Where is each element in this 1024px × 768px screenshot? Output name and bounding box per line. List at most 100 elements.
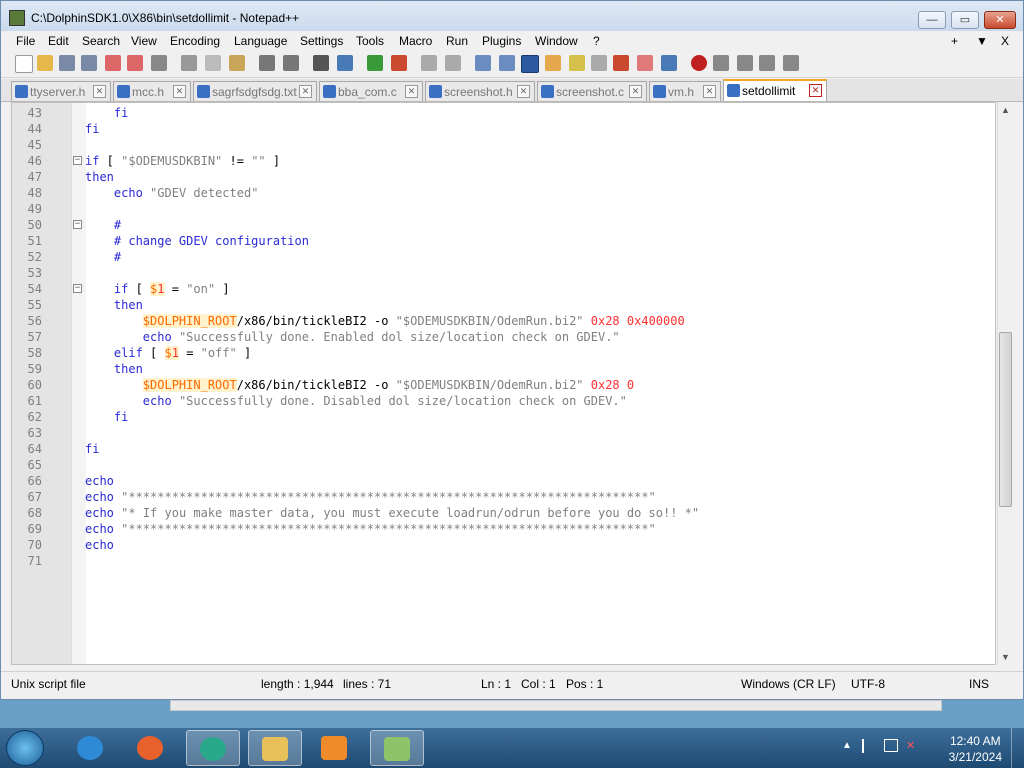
replace-icon[interactable] xyxy=(337,55,353,71)
fold-toggle-icon[interactable]: − xyxy=(73,284,82,293)
zoom-in-icon[interactable] xyxy=(367,55,383,71)
action-center-flag-icon[interactable] xyxy=(862,739,878,753)
open-file-icon[interactable] xyxy=(37,55,53,71)
menu-search[interactable]: Search xyxy=(82,34,120,48)
close-button[interactable]: ✕ xyxy=(984,11,1016,29)
tab-vm-h[interactable]: vm.h ✕ xyxy=(649,81,721,101)
paste-icon[interactable] xyxy=(229,55,245,71)
code-editor[interactable]: 43 fi 44 fi 45 46 if [ "$ODEMUSDKBIN" != "" ]… xyxy=(11,102,996,665)
menu-encoding[interactable]: Encoding xyxy=(170,34,220,48)
tab-sagrfsdgfsdg-txt[interactable]: sagrfsdgfsdg.txt ✕ xyxy=(193,81,317,101)
menu-new-tab[interactable]: + xyxy=(951,34,958,48)
tab-ttyserver-h[interactable]: ttyserver.h ✕ xyxy=(11,81,111,101)
menu-run[interactable]: Run xyxy=(446,34,468,48)
code-line[interactable]: 67 echo "********************************… xyxy=(12,489,995,505)
code-line[interactable]: 47 then xyxy=(12,169,995,185)
menu-language[interactable]: Language xyxy=(234,34,287,48)
new-file-icon[interactable] xyxy=(15,55,33,73)
close-tab-icon[interactable]: ✕ xyxy=(299,85,312,98)
indent-guide-icon[interactable] xyxy=(521,55,539,73)
close-tab-icon[interactable]: ✕ xyxy=(703,85,716,98)
maximize-button[interactable]: ▭ xyxy=(951,11,979,29)
find-icon[interactable] xyxy=(313,55,329,71)
taskbar-chat-app[interactable] xyxy=(186,730,240,766)
close-tab-icon[interactable]: ✕ xyxy=(93,85,106,98)
view-icon[interactable] xyxy=(661,55,677,71)
show-all-chars-icon[interactable] xyxy=(499,55,515,71)
title-bar[interactable]: C:\DolphinSDK1.0\X86\bin\setdollimit - N… xyxy=(1,1,1023,35)
code-line[interactable]: 68 echo "* If you make master data, you m… xyxy=(12,505,995,521)
code-line[interactable]: 46 if [ "$ODEMUSDKBIN" != "" ] − xyxy=(12,153,995,169)
menu-tools[interactable]: Tools xyxy=(356,34,384,48)
code-line[interactable]: 59 then xyxy=(12,361,995,377)
code-line[interactable]: 64 fi xyxy=(12,441,995,457)
sync-horizontal-icon[interactable] xyxy=(445,55,461,71)
code-line[interactable]: 53 xyxy=(12,265,995,281)
tab-mcc-h[interactable]: mcc.h ✕ xyxy=(113,81,191,101)
undo-icon[interactable] xyxy=(259,55,275,71)
cut-icon[interactable] xyxy=(181,55,197,71)
word-wrap-icon[interactable] xyxy=(475,55,491,71)
redo-icon[interactable] xyxy=(283,55,299,71)
scroll-up-icon[interactable]: ▲ xyxy=(1001,105,1010,115)
close-file-icon[interactable] xyxy=(105,55,121,71)
run-macro-multiple-icon[interactable] xyxy=(759,55,775,71)
fold-toggle-icon[interactable]: − xyxy=(73,156,82,165)
close-all-icon[interactable] xyxy=(127,55,143,71)
code-line[interactable]: 65 xyxy=(12,457,995,473)
code-line[interactable]: 55 then xyxy=(12,297,995,313)
menu-window[interactable]: Window xyxy=(535,34,578,48)
code-line[interactable]: 49 xyxy=(12,201,995,217)
function-list-icon[interactable] xyxy=(591,55,607,71)
monitor-icon[interactable] xyxy=(637,55,653,71)
menu-settings[interactable]: Settings xyxy=(300,34,343,48)
code-line[interactable]: 63 xyxy=(12,425,995,441)
tab-bba-com-c[interactable]: bba_com.c ✕ xyxy=(319,81,423,101)
code-line[interactable]: 50 # − xyxy=(12,217,995,233)
tray-expand-icon[interactable]: ▲ xyxy=(842,740,852,751)
tab-setdollimit[interactable]: setdollimit ✕ xyxy=(723,79,827,101)
vertical-scrollbar[interactable]: ▲ ▼ xyxy=(997,102,1014,665)
code-line[interactable]: 52 # xyxy=(12,249,995,265)
clock[interactable]: 12:40 AM 3/21/2024 xyxy=(949,733,1002,765)
taskbar-explorer[interactable] xyxy=(248,730,302,766)
code-line[interactable]: 58 elif [ $1 = "off" ] xyxy=(12,345,995,361)
print-icon[interactable] xyxy=(151,55,167,71)
code-line[interactable]: 71 xyxy=(12,553,995,569)
network-icon[interactable] xyxy=(884,739,898,752)
save-icon[interactable] xyxy=(59,55,75,71)
close-tab-icon[interactable]: ✕ xyxy=(173,85,186,98)
sync-vertical-icon[interactable] xyxy=(421,55,437,71)
menu-file[interactable]: File xyxy=(16,34,35,48)
code-line[interactable]: 51 # change GDEV configuration xyxy=(12,233,995,249)
code-line[interactable]: 48 echo "GDEV detected" xyxy=(12,185,995,201)
taskbar-media-player[interactable] xyxy=(308,730,362,766)
menu-help[interactable]: ? xyxy=(593,34,600,48)
stop-macro-icon[interactable] xyxy=(713,55,729,71)
menu-view[interactable]: View xyxy=(131,34,157,48)
folder-as-workspace-icon[interactable] xyxy=(613,55,629,71)
menu-macro[interactable]: Macro xyxy=(399,34,432,48)
show-desktop-button[interactable] xyxy=(1011,728,1024,768)
play-macro-icon[interactable] xyxy=(737,55,753,71)
code-line[interactable]: 70 echo xyxy=(12,537,995,553)
horizontal-scrollbar[interactable] xyxy=(170,700,942,711)
taskbar-firefox[interactable] xyxy=(124,730,178,766)
taskbar-ie[interactable] xyxy=(64,730,118,766)
code-line[interactable]: 44 fi xyxy=(12,121,995,137)
start-button[interactable] xyxy=(6,730,44,766)
code-line[interactable]: 57 echo "Successfully done. Enabled dol … xyxy=(12,329,995,345)
close-tab-icon[interactable]: ✕ xyxy=(809,84,822,97)
scroll-down-icon[interactable]: ▼ xyxy=(1001,652,1010,662)
tab-screenshot-h[interactable]: screenshot.h ✕ xyxy=(425,81,535,101)
user-language-icon[interactable] xyxy=(545,55,561,71)
save-macro-icon[interactable] xyxy=(783,55,799,71)
volume-muted-icon[interactable]: ✕ xyxy=(906,739,920,753)
record-macro-icon[interactable] xyxy=(691,55,707,71)
code-line[interactable]: 60 $DOLPHIN_ROOT/x86/bin/tickleBI2 -o "$… xyxy=(12,377,995,393)
code-line[interactable]: 69 echo "********************************… xyxy=(12,521,995,537)
fold-toggle-icon[interactable]: − xyxy=(73,220,82,229)
code-line[interactable]: 62 fi xyxy=(12,409,995,425)
close-tab-icon[interactable]: ✕ xyxy=(405,85,418,98)
doc-map-icon[interactable] xyxy=(569,55,585,71)
